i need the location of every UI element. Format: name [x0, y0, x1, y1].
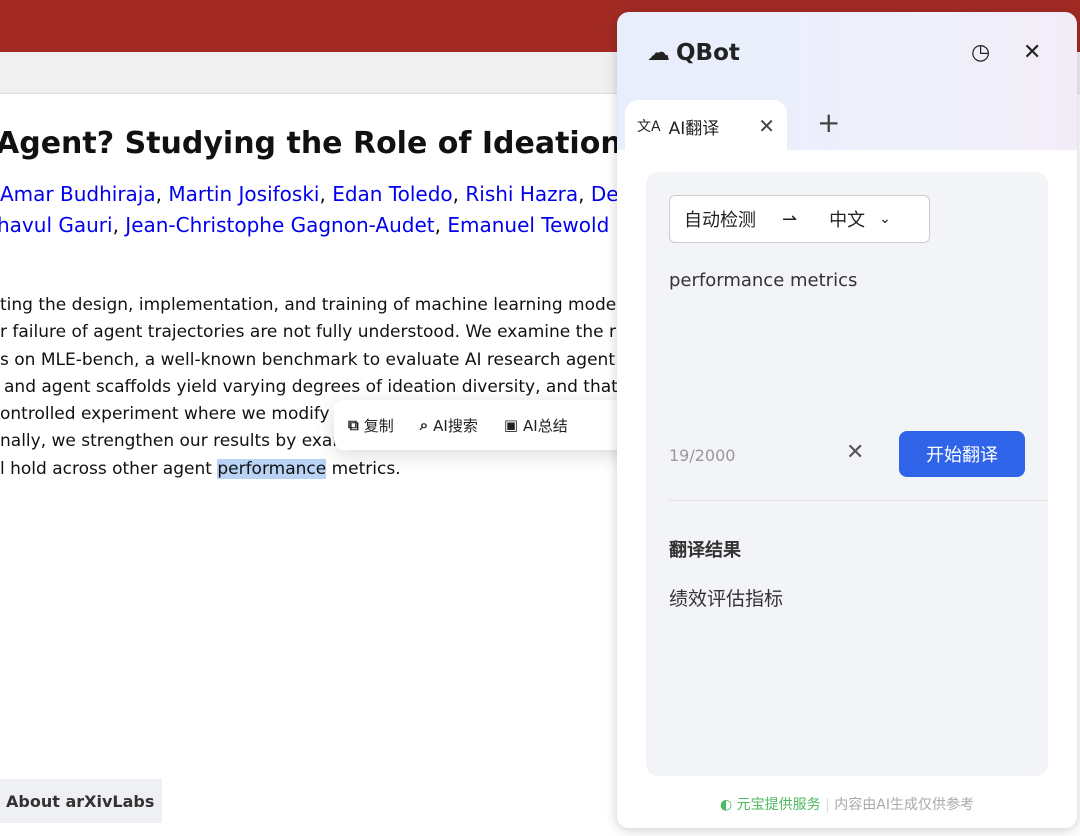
- selection-toolbar: ⧉ 复制 ⌕ AI搜索 ▣ AI总结: [334, 400, 634, 450]
- qbot-panel: ☁ QBot ◷ ✕ 文A AI翻译 ✕ + 自动检测 ⇀ 中文 ⌄ performance…: [617, 12, 1077, 828]
- result-label: 翻译结果: [669, 540, 741, 561]
- copy-icon: ⧉: [348, 416, 359, 434]
- qbot-logo: ☁ QBot: [647, 40, 740, 66]
- ai-summary-button[interactable]: ▣ AI总结: [504, 415, 568, 436]
- divider: [669, 500, 1048, 501]
- target-lang: 中文: [829, 210, 866, 231]
- translate-card: 自动检测 ⇀ 中文 ⌄ performance metrics 19/2000 ✕ 开…: [646, 172, 1048, 776]
- provider-text: 元宝提供服务: [736, 797, 821, 813]
- abstract-line: and agent scaffolds yield varying degree…: [4, 376, 618, 397]
- author-link[interactable]: Emanuel Tewold: [447, 213, 609, 237]
- search-icon: ⌕: [419, 416, 429, 434]
- authors-line-1: Amar Budhiraja, Martin Josifoski, Edan T…: [0, 182, 619, 206]
- char-count: 19/2000: [669, 446, 736, 465]
- abstract-line: l hold across other agent performance me…: [0, 456, 618, 483]
- abstract: ting the design, implementation, and tra…: [0, 292, 618, 483]
- label: AI总结: [523, 416, 568, 435]
- new-tab-button[interactable]: +: [817, 106, 840, 139]
- tab-ai-translate[interactable]: 文A AI翻译 ✕: [625, 100, 787, 152]
- history-icon[interactable]: ◷: [971, 40, 990, 65]
- author-link[interactable]: Edan Toledo: [332, 182, 452, 206]
- selected-text: performance: [217, 458, 327, 479]
- panel-body: 自动检测 ⇀ 中文 ⌄ performance metrics 19/2000 ✕ 开…: [617, 150, 1077, 828]
- label: AI搜索: [433, 416, 478, 435]
- source-lang: 自动检测: [684, 210, 756, 231]
- author-link[interactable]: havul Gauri: [0, 213, 113, 237]
- ai-search-button[interactable]: ⌕ AI搜索: [420, 415, 478, 436]
- abstract-line: r failure of agent trajectories are not …: [0, 322, 616, 343]
- copy-button[interactable]: ⧉ 复制: [348, 415, 394, 436]
- label: 复制: [363, 416, 394, 435]
- ai-summary-icon: ▣: [503, 416, 519, 434]
- author-link[interactable]: Jean-Christophe Gagnon-Audet: [125, 213, 434, 237]
- close-icon[interactable]: ✕: [1023, 40, 1041, 65]
- source-text-input[interactable]: performance metrics: [669, 270, 857, 291]
- tab-label: AI翻译: [668, 118, 720, 139]
- abstract-line: ting the design, implementation, and tra…: [0, 295, 617, 315]
- tab-close-icon[interactable]: ✕: [758, 114, 775, 138]
- translation-result: 绩效评估指标: [669, 588, 784, 610]
- language-selector[interactable]: 自动检测 ⇀ 中文 ⌄: [669, 195, 930, 243]
- text: l hold across other agent: [0, 458, 218, 479]
- author-link[interactable]: De: [591, 182, 619, 206]
- abstract-line: s on MLE-bench, a well-known benchmark t…: [0, 349, 615, 370]
- translate-icon: 文A: [637, 119, 661, 135]
- about-arxivlabs[interactable]: About arXivLabs: [0, 779, 162, 823]
- paper-title: Agent? Studying the Role of Ideation Div…: [0, 126, 708, 161]
- chevron-down-icon: ⌄: [879, 211, 891, 227]
- arrow-icon: ⇀: [782, 208, 798, 230]
- footer: ◐ 元宝提供服务 | 内容由AI生成仅供参考: [719, 797, 974, 813]
- author-link[interactable]: Amar Budhiraja: [0, 182, 156, 206]
- text: metrics.: [326, 458, 401, 479]
- translate-button[interactable]: 开始翻译: [899, 431, 1025, 477]
- author-link[interactable]: Martin Josifoski: [168, 182, 319, 206]
- disclaimer-text: 内容由AI生成仅供参考: [834, 797, 974, 813]
- author-link[interactable]: Rishi Hazra: [465, 182, 578, 206]
- authors-line-2: havul Gauri, Jean-Christophe Gagnon-Aude…: [0, 213, 609, 237]
- clear-icon[interactable]: ✕: [846, 440, 864, 465]
- yuanbao-icon: ◐: [719, 797, 737, 813]
- app-name: QBot: [676, 40, 740, 66]
- cloud-icon: ☁: [647, 40, 670, 66]
